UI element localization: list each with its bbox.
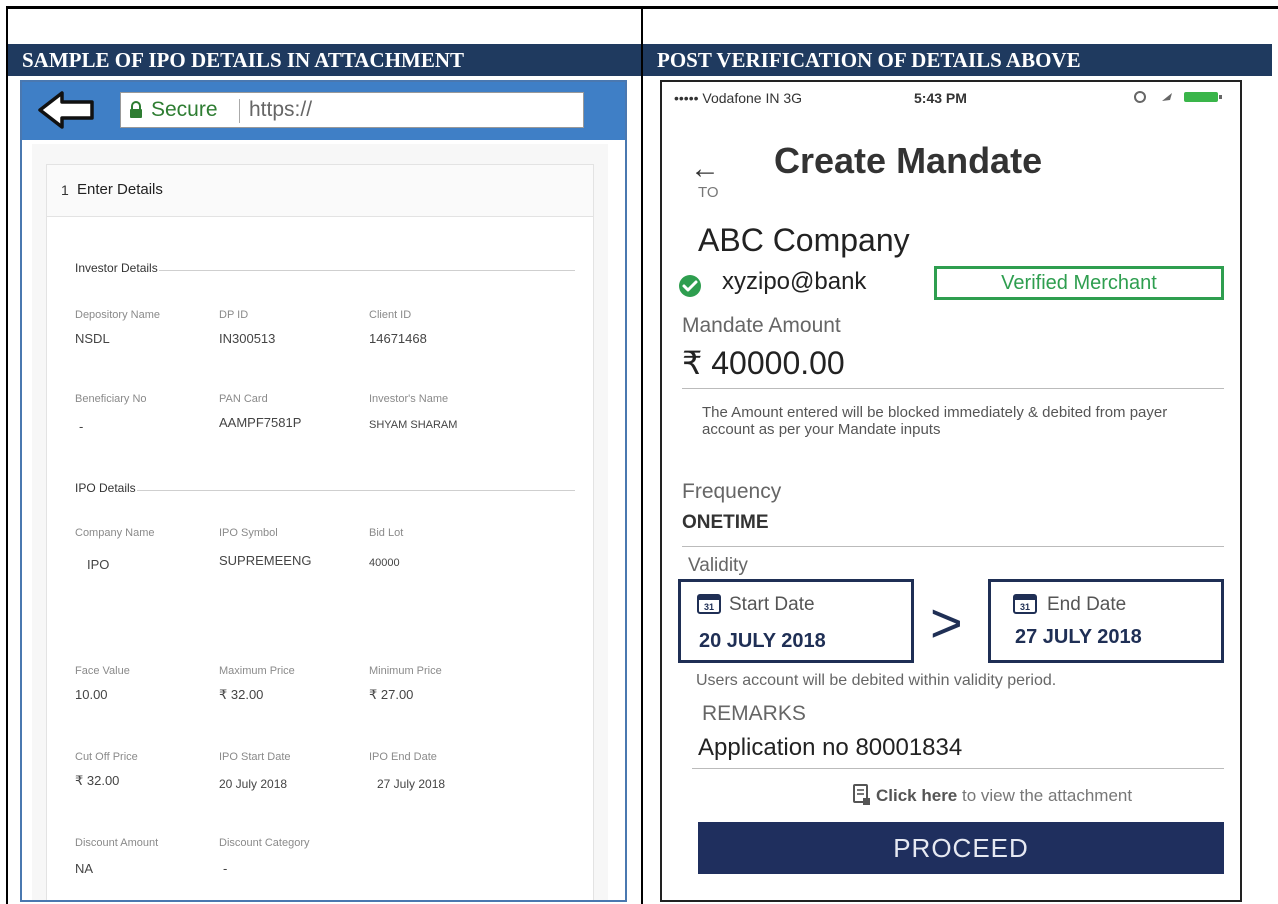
field-label: Face Value <box>75 665 130 677</box>
browser-bar: Secure https:// <box>22 82 625 140</box>
attachment-link-rest: to view the attachment <box>957 786 1133 805</box>
calendar-day: 31 <box>1020 602 1030 612</box>
end-date-value: 27 JULY 2018 <box>1015 626 1142 648</box>
payee-vpa: xyzipo@bank <box>722 268 867 295</box>
amount-value[interactable]: ₹ 40000.00 <box>682 344 845 382</box>
field-value: 10.00 <box>75 687 108 702</box>
field-label: Maximum Price <box>219 665 295 677</box>
field-value: IN300513 <box>219 331 276 346</box>
field-label: Discount Category <box>219 837 310 849</box>
attachment-link-bold: Click here <box>876 786 958 805</box>
field-value: IPO <box>87 557 110 572</box>
url-separator <box>239 99 240 123</box>
validity-label: Validity <box>688 555 748 576</box>
field-label: Cut Off Price <box>75 751 138 763</box>
left-header: SAMPLE OF IPO DETAILS IN ATTACHMENT <box>8 44 641 76</box>
field-value: ₹ 27.00 <box>369 687 414 702</box>
form-card: 1 Enter Details Investor Details Deposit… <box>46 164 594 900</box>
calendar-day: 31 <box>704 602 714 612</box>
field-label: PAN Card <box>219 393 268 405</box>
payee-name: ABC Company <box>698 222 910 258</box>
field-label: Discount Amount <box>75 837 159 849</box>
field-label: Bid Lot <box>369 527 404 539</box>
section-divider <box>137 490 575 491</box>
attachment-icon[interactable] <box>852 784 872 806</box>
field-value: ₹ 32.00 <box>75 773 120 788</box>
battery-icon <box>1134 91 1222 103</box>
field-value: SUPREMEENG <box>219 553 312 568</box>
date-range-arrow: > <box>930 591 963 654</box>
ipo-details-screenshot: Secure https:// 1 Enter Details Investor… <box>20 80 627 902</box>
amount-note: The Amount entered will be blocked immed… <box>702 404 1168 438</box>
field-value: - <box>79 419 84 434</box>
field-value: SHYAM SHARAM <box>369 419 458 431</box>
field-value: 20 July 2018 <box>219 777 288 791</box>
address-bar[interactable]: Secure https:// <box>120 92 584 128</box>
field-value: - <box>223 861 228 876</box>
section-divider <box>159 270 575 271</box>
ipo-section-title: IPO Details <box>75 481 136 495</box>
field-label: IPO Symbol <box>219 527 278 539</box>
remarks-value[interactable]: Application no 80001834 <box>698 734 962 762</box>
back-arrow-icon[interactable]: ← <box>690 152 720 186</box>
field-label: IPO End Date <box>369 751 437 763</box>
field-value: 27 July 2018 <box>377 777 446 791</box>
table-middle-border <box>641 6 643 904</box>
calendar-icon: 31 <box>1013 594 1037 614</box>
secure-label: Secure <box>151 98 218 121</box>
view-attachment-link[interactable]: Click here to view the attachment <box>876 786 1132 806</box>
field-label: Depository Name <box>75 309 160 321</box>
field-value: AAMPF7581P <box>219 415 302 430</box>
end-date-box[interactable]: 31 End Date 27 JULY 2018 <box>988 579 1224 663</box>
start-date-box[interactable]: 31 Start Date 20 JULY 2018 <box>678 579 914 663</box>
frequency-label: Frequency <box>682 480 782 503</box>
frequency-underline <box>682 546 1224 547</box>
amount-underline <box>682 388 1224 389</box>
field-label: Company Name <box>75 527 155 539</box>
mandate-screenshot: ••••• Vodafone IN 3G 5:43 PM ← Create Ma… <box>660 80 1242 902</box>
calendar-icon: 31 <box>697 594 721 614</box>
to-label: TO <box>698 184 719 201</box>
remarks-underline <box>692 768 1224 769</box>
field-label: Client ID <box>369 309 412 321</box>
remarks-label: REMARKS <box>702 702 806 725</box>
carrier-label: ••••• Vodafone IN 3G <box>674 90 803 106</box>
field-label: Investor's Name <box>369 393 449 405</box>
form-area: 1 Enter Details Investor Details Deposit… <box>32 144 608 900</box>
proceed-button[interactable]: PROCEED <box>698 822 1224 874</box>
field-value: 40000 <box>369 557 400 569</box>
field-value: 14671468 <box>369 331 427 346</box>
url-text: https:// <box>249 98 313 121</box>
field-label: Beneficiary No <box>75 393 147 405</box>
table-left-border <box>6 6 8 904</box>
investor-section-title: Investor Details <box>75 261 158 275</box>
field-label: Minimum Price <box>369 665 442 677</box>
field-value: ₹ 32.00 <box>219 687 264 702</box>
frequency-value[interactable]: ONETIME <box>682 512 769 534</box>
page-title: Create Mandate <box>774 140 1043 181</box>
step-header[interactable]: 1 Enter Details <box>47 165 593 217</box>
right-header: POST VERIFICATION OF DETAILS ABOVE <box>643 44 1272 76</box>
verified-merchant-badge: Verified Merchant <box>934 266 1224 300</box>
start-date-value: 20 JULY 2018 <box>699 630 826 652</box>
debit-note: Users account will be debited within val… <box>696 672 1057 689</box>
field-value: NA <box>75 861 94 876</box>
amount-label: Mandate Amount <box>682 314 841 337</box>
lock-icon <box>130 101 142 118</box>
step-title: Enter Details <box>77 181 163 198</box>
back-arrow-icon[interactable] <box>36 89 96 131</box>
field-label: DP ID <box>219 309 249 321</box>
field-label: IPO Start Date <box>219 751 291 763</box>
status-time: 5:43 PM <box>914 90 967 106</box>
start-date-label: Start Date <box>729 594 815 615</box>
field-value: NSDL <box>75 331 110 346</box>
status-bar: ••••• Vodafone IN 3G 5:43 PM <box>662 82 1240 110</box>
end-date-label: End Date <box>1047 594 1127 615</box>
step-number: 1 <box>61 182 69 198</box>
check-circle-icon <box>679 275 701 297</box>
